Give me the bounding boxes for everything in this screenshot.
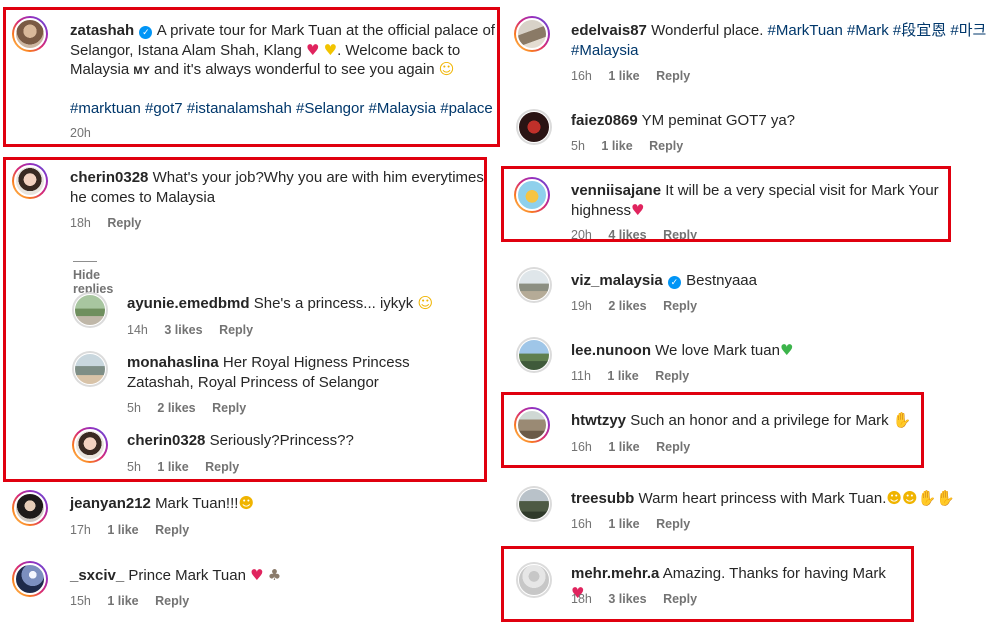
pray-icon: ✋ [936,489,956,507]
highlight-box [3,157,487,482]
likes-count[interactable]: 2 likes [608,299,646,313]
red-heart-icon: ♥ [250,566,264,584]
timestamp: 15h [70,594,91,608]
highlight-box [3,7,500,147]
likes-count[interactable]: 1 like [607,369,638,383]
rabbit-icon: ♣ [267,566,282,584]
username[interactable]: _sxciv_ [70,567,124,584]
reply-button[interactable]: Reply [649,139,683,153]
timestamp: 11h [571,369,591,383]
pray-icon: ✋ [917,489,937,507]
comment-text: jeanyan212 Mark Tuan!!!☻ [70,494,255,512]
highlight-box [501,546,914,622]
username[interactable]: jeanyan212 [70,495,151,512]
comment-meta: 17h 1 like Reply [70,523,202,537]
likes-count[interactable]: 1 like [608,69,639,83]
comment-text: edelvais87 Wonderful place. #MarkTuan #M… [571,22,987,59]
username[interactable]: treesubb [571,490,634,507]
heart-eyes-icon: ☻ [902,489,918,507]
heart-eyes-icon: ☻ [886,489,903,507]
username[interactable]: edelvais87 [571,22,647,39]
comment-meta: 16h 1 like Reply [571,517,703,531]
timestamp: 16h [571,517,592,531]
green-heart-icon: ♥ [779,341,794,359]
comment-meta: 16h 1 like Reply [571,69,703,83]
reply-button[interactable]: Reply [663,299,697,313]
highlight-box [501,392,924,468]
likes-count[interactable]: 1 like [107,523,138,537]
avatar[interactable] [12,561,48,597]
heart-eyes-icon: ☻ [238,494,255,512]
avatar[interactable] [514,16,550,52]
comment-text: lee.nunoon We love Mark tuan♥ [571,341,794,359]
comment-meta: 11h 1 like Reply [571,369,702,383]
timestamp: 5h [571,139,585,153]
avatar[interactable] [516,486,552,522]
timestamp: 16h [571,69,592,83]
avatar[interactable] [516,337,552,373]
reply-button[interactable]: Reply [656,517,690,531]
username[interactable]: viz_malaysia [571,272,663,289]
comment-text: faiez0869 YM peminat GOT7 ya? [571,112,796,129]
username[interactable]: faiez0869 [571,112,638,129]
verified-badge-icon: ✓ [667,276,681,289]
timestamp: 17h [70,523,91,537]
comment-text: viz_malaysia ✓ Bestnyaaa [571,272,757,289]
comment-meta: 5h 1 like Reply [571,139,696,153]
likes-count[interactable]: 1 like [608,517,639,531]
comment-text: _sxciv_ Prince Mark Tuan ♥ ♣ [70,566,282,584]
avatar[interactable] [516,267,552,303]
avatar[interactable] [12,490,48,526]
comment-meta: 19h 2 likes Reply [571,299,710,313]
reply-button[interactable]: Reply [155,594,189,608]
comment-text: treesubb Warm heart princess with Mark T… [571,489,956,507]
reply-button[interactable]: Reply [655,369,689,383]
timestamp: 19h [571,299,592,313]
likes-count[interactable]: 1 like [107,594,138,608]
comment-meta: 15h 1 like Reply [70,594,202,608]
avatar[interactable] [516,109,552,145]
username[interactable]: lee.nunoon [571,342,651,359]
reply-button[interactable]: Reply [656,69,690,83]
reply-button[interactable]: Reply [155,523,189,537]
highlight-box [501,166,951,242]
likes-count[interactable]: 1 like [601,139,632,153]
